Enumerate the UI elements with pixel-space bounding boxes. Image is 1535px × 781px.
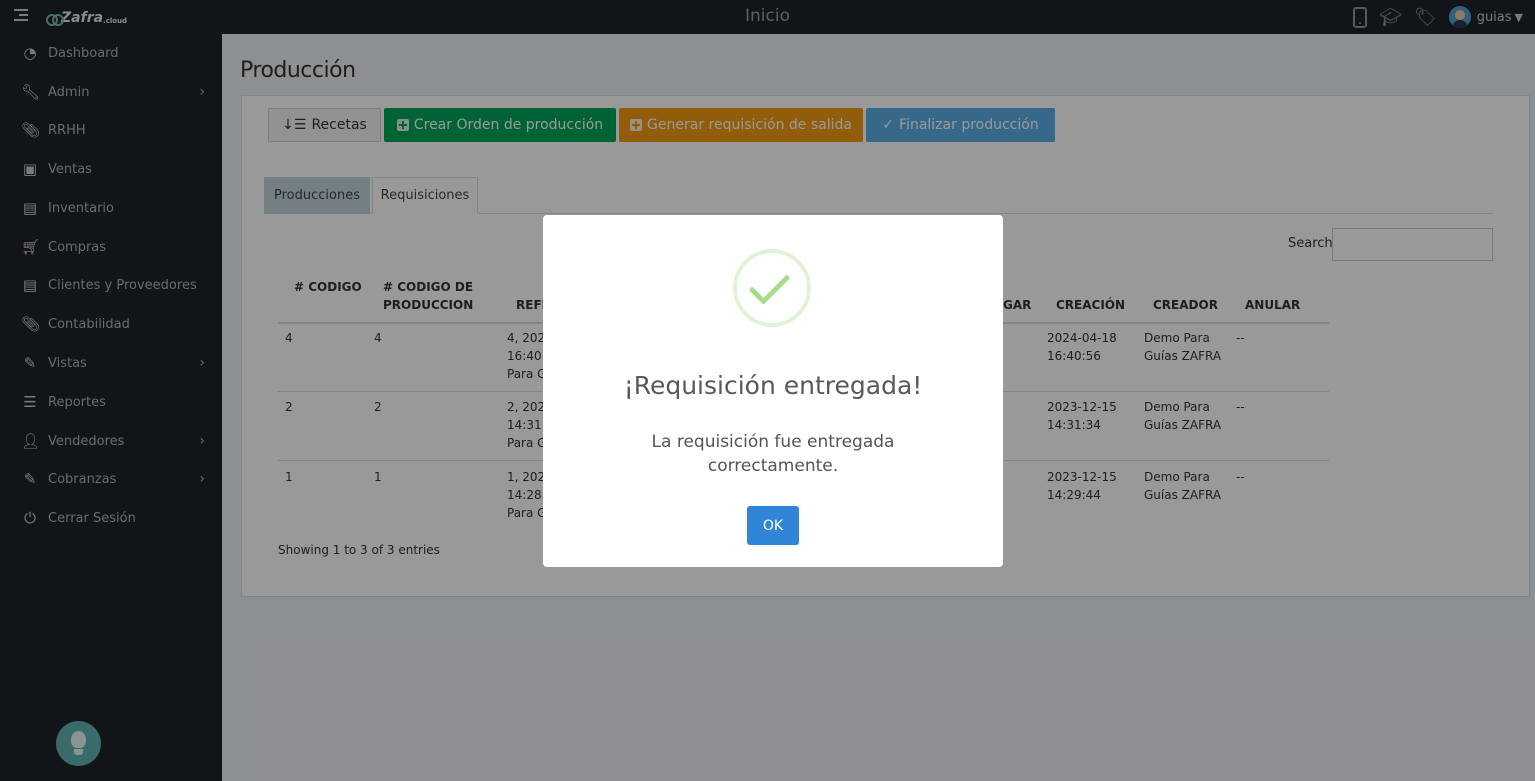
- dialog-message: La requisición fue entregada correctamen…: [651, 432, 895, 476]
- dialog-title: ¡Requisición entregada!: [623, 371, 923, 400]
- ok-button[interactable]: OK: [747, 506, 799, 545]
- success-dialog: ¡Requisición entregada! La requisición f…: [543, 215, 1003, 567]
- success-check-icon: [733, 249, 811, 327]
